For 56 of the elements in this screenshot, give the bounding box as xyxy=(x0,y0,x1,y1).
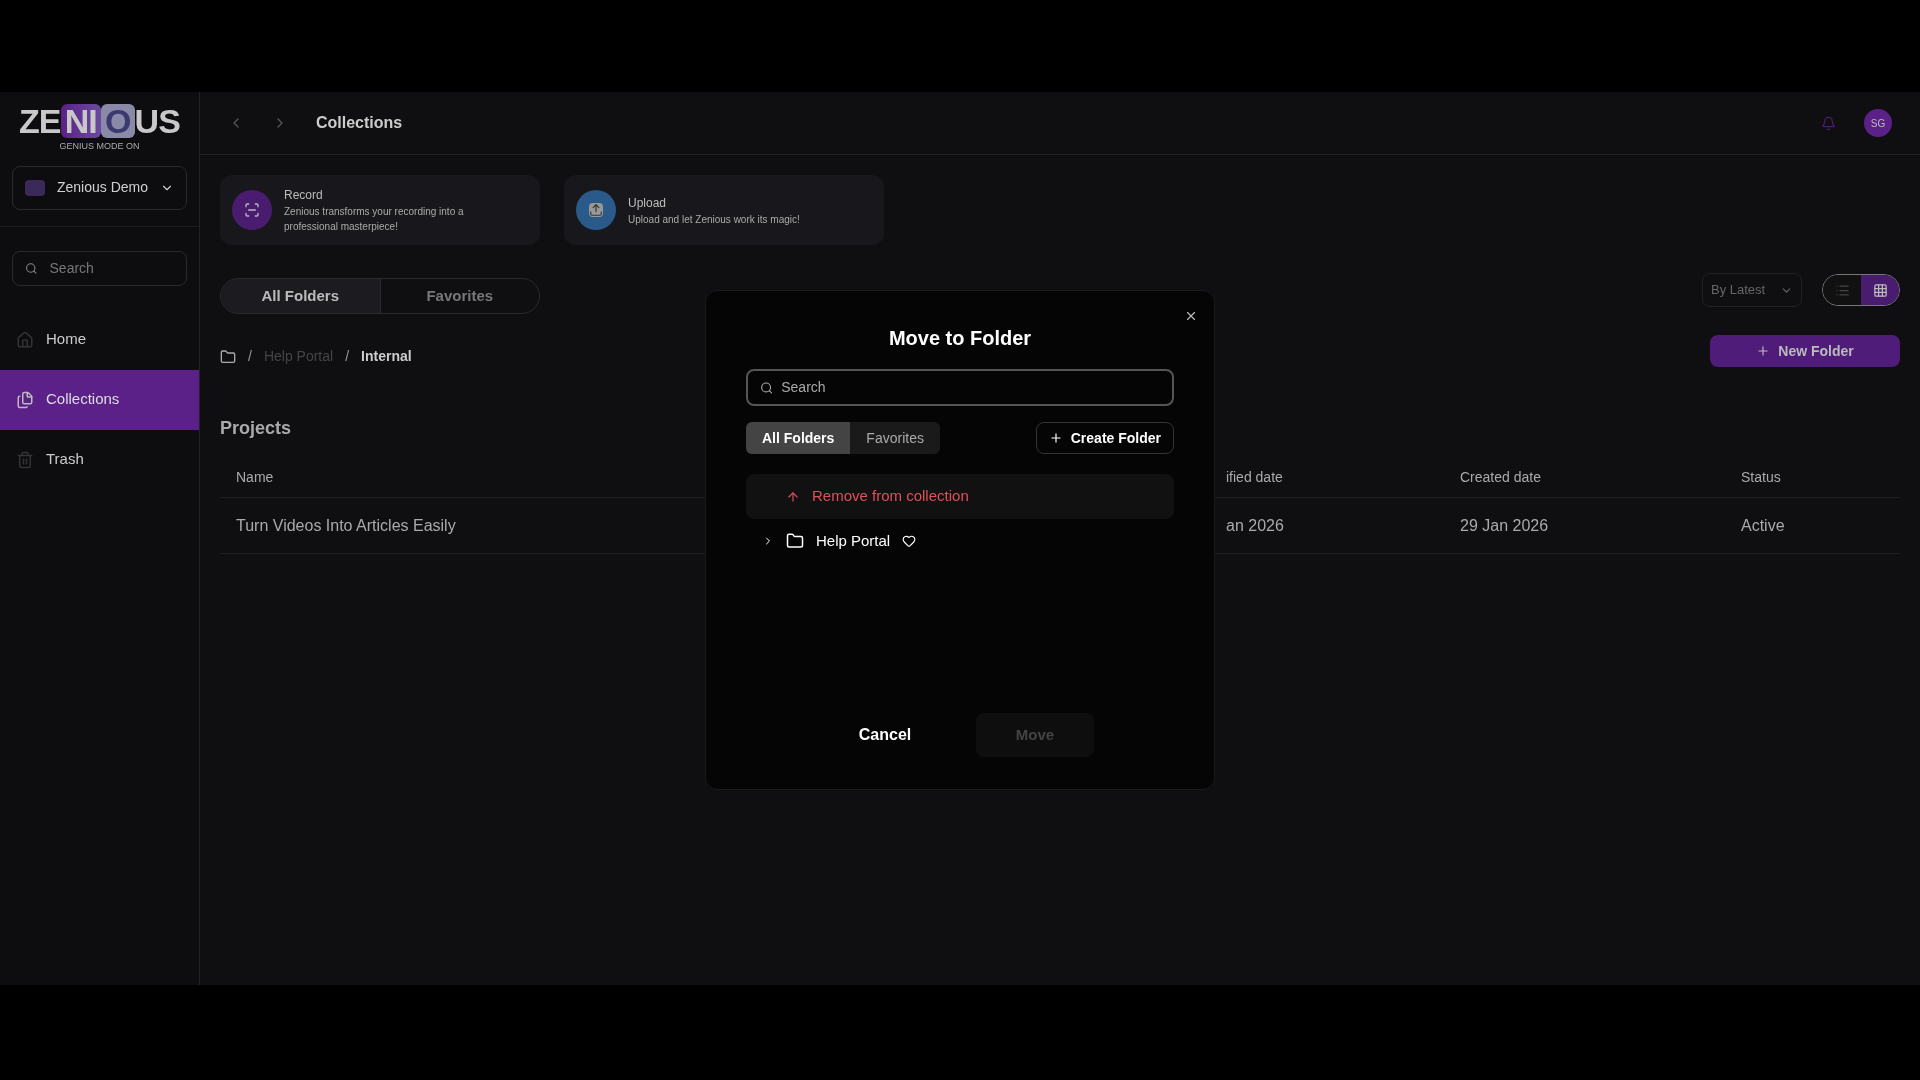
record-icon xyxy=(232,190,272,230)
close-icon[interactable] xyxy=(1184,309,1198,323)
search-icon xyxy=(25,260,38,276)
search-input[interactable]: Search xyxy=(781,377,1160,398)
search-icon xyxy=(760,380,774,395)
new-folder-button[interactable]: New Folder xyxy=(1710,335,1900,367)
remove-from-collection-item[interactable]: Remove from collection xyxy=(746,474,1174,519)
plus-icon xyxy=(1048,431,1063,445)
sidebar-item[interactable]: Collections xyxy=(0,369,199,430)
heart-icon[interactable] xyxy=(902,534,917,548)
workspace-selector[interactable]: Zenious Demo xyxy=(12,165,187,210)
dialog-tab[interactable]: All Folders xyxy=(746,422,851,454)
card-description: Zenious transforms your recording into a professional masterpiece! xyxy=(284,205,465,234)
table-cell-text: an 2026 xyxy=(1226,515,1284,536)
card-title: Upload xyxy=(628,194,668,212)
section-title: Projects xyxy=(220,417,292,440)
collections-icon xyxy=(16,390,34,409)
breadcrumb-link[interactable]: Internal xyxy=(361,346,412,367)
table-cell-text: Active xyxy=(1741,515,1785,536)
folder-icon[interactable] xyxy=(220,348,236,365)
create-folder-button[interactable]: Create Folder xyxy=(1035,422,1174,454)
folder-tab[interactable]: Favorites xyxy=(379,279,539,313)
folder-icon xyxy=(786,532,804,550)
card-description: Upload and let Zenious work its magic! xyxy=(628,212,801,227)
grid-icon xyxy=(1872,282,1888,298)
search-input[interactable]: Search xyxy=(49,257,174,279)
cancel-button[interactable]: Cancel xyxy=(826,713,944,757)
folder-search-field[interactable]: Search xyxy=(746,369,1174,406)
column-header: Name xyxy=(236,468,274,487)
table-cell-text: 29 Jan 2026 xyxy=(1460,515,1549,536)
search-field[interactable]: Search xyxy=(12,250,187,286)
column-header: Status xyxy=(1741,468,1781,487)
breadcrumb-separator: / xyxy=(248,347,252,366)
home-icon xyxy=(16,330,34,349)
sidebar-item[interactable]: Trash xyxy=(0,429,199,490)
table-cell[interactable]: Turn Videos Into Articles Easily xyxy=(236,513,456,538)
folder-tab[interactable]: All Folders xyxy=(221,279,380,313)
page-title: Collections xyxy=(316,113,403,133)
list-icon xyxy=(1834,282,1850,298)
card-title: Record xyxy=(284,187,324,204)
workspace-icon xyxy=(25,179,45,196)
trash-icon xyxy=(16,450,34,469)
action-card[interactable]: Record Zenious transforms your recording into a professional masterpiece! xyxy=(220,175,540,245)
plus-icon xyxy=(1756,344,1771,358)
action-card[interactable]: Upload Upload and let Zenious work its magic! xyxy=(564,175,884,245)
brand-tagline: GENIUS MODE ON xyxy=(59,140,140,153)
sidebar-item[interactable]: Home xyxy=(0,309,199,370)
user-avatar[interactable]: SG xyxy=(1864,109,1892,137)
dialog-title: Move to Folder xyxy=(888,326,1032,351)
upload-icon xyxy=(576,190,616,230)
column-header: Created date xyxy=(1460,468,1541,487)
folder-tree-item[interactable]: Help Portal xyxy=(746,519,1174,563)
dialog-tab[interactable]: Favorites xyxy=(850,422,940,454)
breadcrumb-separator: / xyxy=(345,347,350,366)
grid-view-button[interactable] xyxy=(1861,275,1899,305)
column-header: ified date xyxy=(1226,468,1283,487)
